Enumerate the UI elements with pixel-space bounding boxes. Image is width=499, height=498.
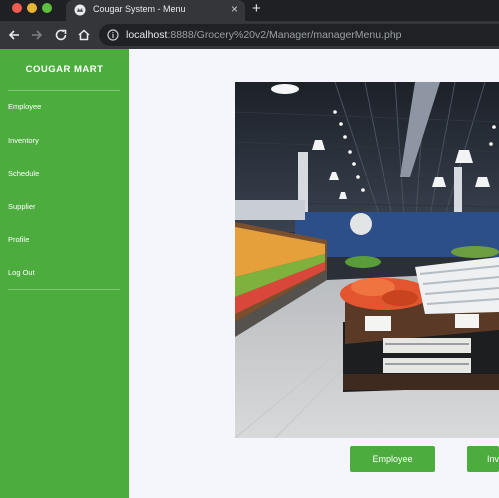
reload-icon[interactable] (53, 27, 69, 43)
browser-titlebar: Cougar System - Menu × + (0, 0, 499, 21)
sidebar-divider (8, 90, 120, 91)
cougar-favicon-icon (74, 4, 86, 16)
home-icon[interactable] (76, 27, 92, 43)
sidebar-item-schedule[interactable]: Schedule (8, 169, 39, 178)
minimize-window-button[interactable] (27, 3, 37, 13)
tab-title: Cougar System - Menu (93, 4, 186, 14)
url-path: :8888/Grocery%20v2/Manager/managerMenu.p… (167, 29, 402, 41)
inventory-button[interactable]: Inventory (467, 446, 499, 472)
close-window-button[interactable] (12, 3, 22, 13)
back-arrow-icon[interactable] (6, 27, 22, 43)
url-text: localhost:8888/Grocery%20v2/Manager/mana… (126, 29, 402, 41)
sidebar-item-inventory[interactable]: Inventory (8, 136, 39, 145)
sidebar-item-profile[interactable]: Profile (8, 235, 29, 244)
browser-toolbar: localhost:8888/Grocery%20v2/Manager/mana… (0, 21, 499, 49)
sidebar-item-supplier[interactable]: Supplier (8, 202, 36, 211)
address-bar[interactable]: localhost:8888/Grocery%20v2/Manager/mana… (99, 24, 499, 46)
info-icon[interactable] (107, 29, 119, 41)
employee-button[interactable]: Employee (350, 446, 435, 472)
page-content: COUGAR MART Employee Inventory Schedule … (0, 49, 499, 498)
sidebar: COUGAR MART Employee Inventory Schedule … (0, 49, 129, 498)
grocery-store-image (235, 82, 499, 438)
browser-tab[interactable]: Cougar System - Menu × (66, 0, 245, 21)
tab-close-icon[interactable]: × (231, 2, 238, 16)
forward-arrow-icon[interactable] (29, 27, 45, 43)
sidebar-item-employee[interactable]: Employee (8, 102, 41, 111)
maximize-window-button[interactable] (42, 3, 52, 13)
new-tab-icon[interactable]: + (252, 0, 261, 18)
sidebar-item-log-out[interactable]: Log Out (8, 268, 35, 277)
brand-title: COUGAR MART (25, 64, 104, 75)
url-host: localhost (126, 29, 168, 41)
sidebar-divider (8, 289, 120, 290)
